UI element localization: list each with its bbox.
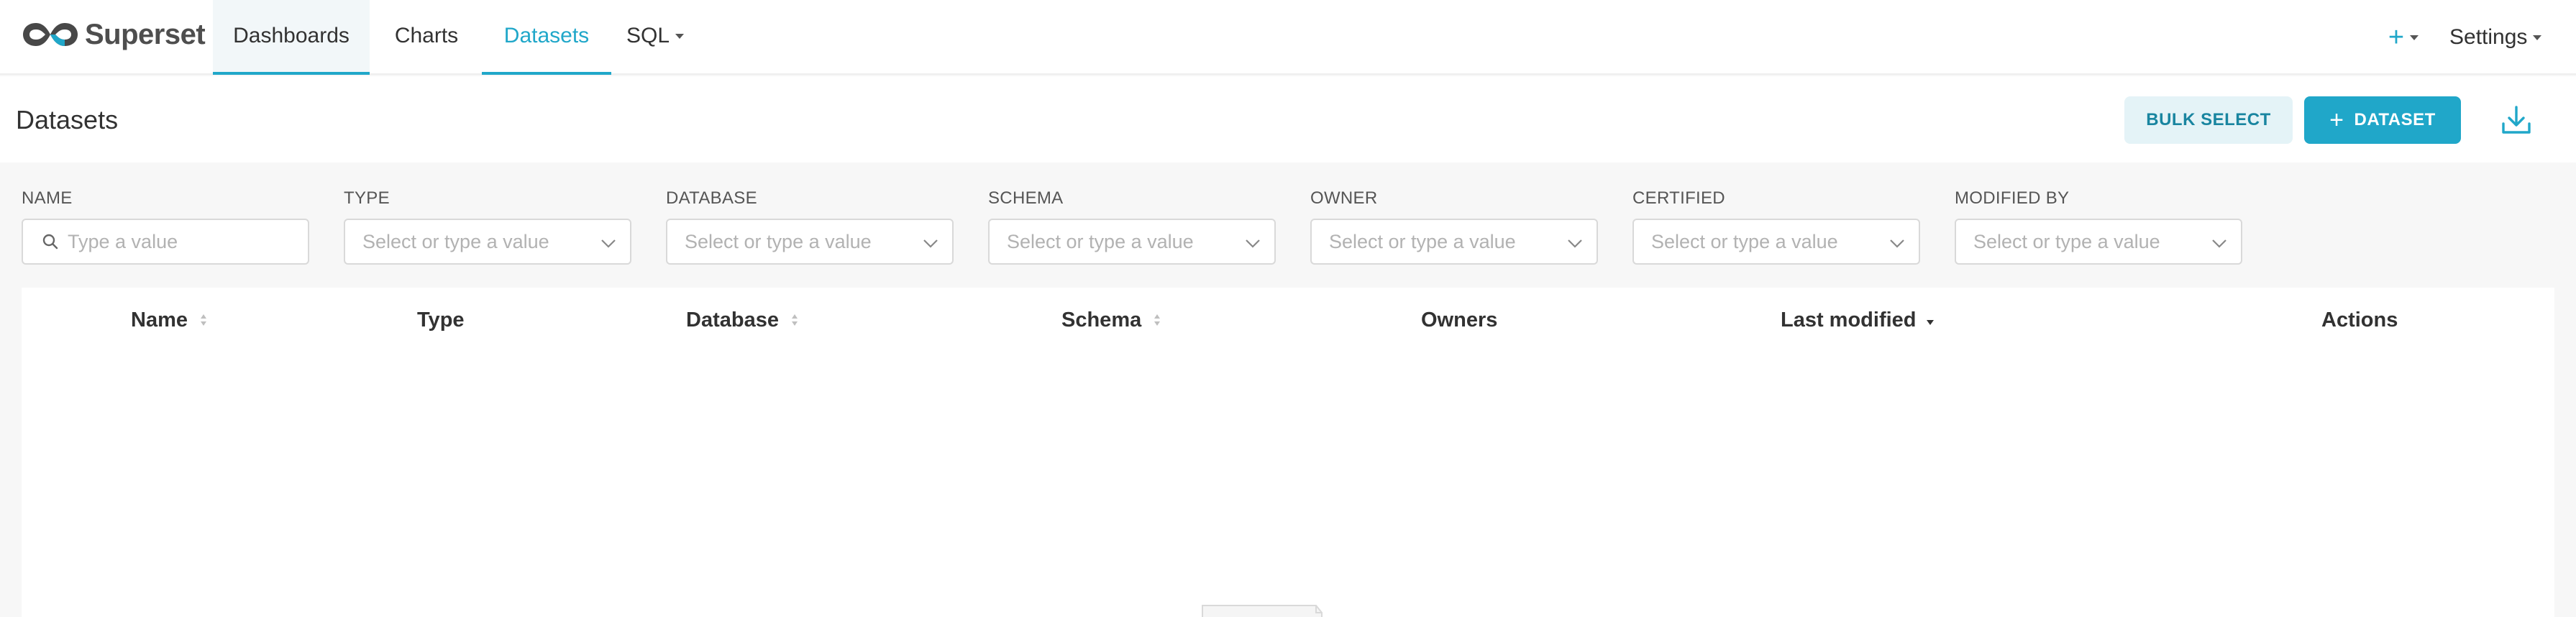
column-header-name[interactable]: Name <box>131 308 208 332</box>
column-header-label: Type <box>417 308 465 332</box>
chevron-down-icon <box>923 239 938 248</box>
filter-label: NAME <box>22 188 73 208</box>
certified-select[interactable]: Select or type a value <box>1632 219 1920 265</box>
owner-select[interactable]: Select or type a value <box>1310 219 1598 265</box>
search-icon <box>42 234 58 250</box>
bulk-select-button[interactable]: BULK SELECT <box>2124 96 2293 144</box>
filter-placeholder: Type a value <box>68 230 178 252</box>
brand-name: Superset <box>85 18 206 50</box>
sort-icon <box>1154 314 1161 326</box>
brand-logo[interactable]: Superset <box>20 16 206 53</box>
page-title: Datasets <box>16 105 119 134</box>
caret-down-icon <box>2533 35 2542 40</box>
column-header-actions: Actions <box>2321 308 2398 332</box>
filter-modified-by: MODIFIED BY Select or type a value <box>1955 188 2242 265</box>
download-button[interactable] <box>2493 96 2540 144</box>
column-header-label: Actions <box>2321 308 2398 332</box>
column-header-database[interactable]: Database <box>686 308 799 332</box>
name-search-input[interactable]: Type a value <box>22 219 309 265</box>
filter-certified: CERTIFIED Select or type a value <box>1632 188 1920 265</box>
column-header-label: Name <box>131 308 188 332</box>
chevron-down-icon <box>1568 239 1582 248</box>
nav-tab-label: Charts <box>394 24 459 47</box>
filter-owner: OWNER Select or type a value <box>1310 188 1598 265</box>
empty-state-icon <box>1202 605 1323 617</box>
new-item-menu[interactable]: + <box>2380 19 2426 56</box>
filter-label: OWNER <box>1310 188 1378 208</box>
filter-label: SCHEMA <box>988 188 1064 208</box>
nav-tab-label: SQL <box>626 24 670 47</box>
column-header-owners: Owners <box>1421 308 1498 332</box>
chevron-down-icon <box>1890 239 1904 248</box>
chevron-down-icon <box>1246 239 1260 248</box>
nav-tab-charts[interactable]: Charts <box>381 0 472 75</box>
add-dataset-label: DATASET <box>2354 110 2436 129</box>
chevron-down-icon <box>2212 239 2226 248</box>
filter-database: DATABASE Select or type a value <box>666 188 954 265</box>
settings-menu[interactable]: Settings <box>2449 19 2557 56</box>
filter-placeholder: Select or type a value <box>1329 230 1516 252</box>
column-header-schema[interactable]: Schema <box>1061 308 1161 332</box>
filter-label: DATABASE <box>666 188 757 208</box>
filter-type: TYPE Select or type a value <box>344 188 631 265</box>
add-dataset-button[interactable]: + DATASET <box>2304 96 2461 144</box>
nav-tab-label: Dashboards <box>233 24 350 47</box>
filter-label: CERTIFIED <box>1632 188 1725 208</box>
column-header-label: Last modified <box>1781 308 1917 332</box>
filter-placeholder: Select or type a value <box>362 230 549 252</box>
database-select[interactable]: Select or type a value <box>666 219 954 265</box>
sort-icon <box>791 314 798 326</box>
bulk-select-label: BULK SELECT <box>2146 110 2271 129</box>
filter-placeholder: Select or type a value <box>1007 230 1194 252</box>
caret-down-icon <box>2410 35 2419 40</box>
nav-tab-sql[interactable]: SQL <box>620 0 690 75</box>
nav-tab-dashboards[interactable]: Dashboards <box>213 0 370 75</box>
nav-tab-datasets[interactable]: Datasets <box>482 0 611 75</box>
filter-placeholder: Select or type a value <box>685 230 872 252</box>
caret-down-icon <box>675 33 685 39</box>
plus-icon: + <box>2388 22 2405 52</box>
type-select[interactable]: Select or type a value <box>344 219 631 265</box>
filter-schema: SCHEMA Select or type a value <box>988 188 1276 265</box>
chevron-down-icon <box>601 239 616 248</box>
modified-by-select[interactable]: Select or type a value <box>1955 219 2242 265</box>
download-icon <box>2502 106 2531 134</box>
nav-tab-label: Datasets <box>503 24 590 47</box>
filter-label: MODIFIED BY <box>1955 188 2070 208</box>
superset-logo-icon <box>23 23 78 46</box>
sort-descending-icon <box>1926 320 1934 325</box>
plus-icon: + <box>2329 106 2344 134</box>
filter-label: TYPE <box>344 188 390 208</box>
column-header-label: Database <box>686 308 779 332</box>
schema-select[interactable]: Select or type a value <box>988 219 1276 265</box>
datasets-table: Name Type Database Schema Owners Last mo… <box>22 288 2554 617</box>
filter-name: NAME Type a value <box>22 188 309 265</box>
filter-placeholder: Select or type a value <box>1973 230 2160 252</box>
filter-placeholder: Select or type a value <box>1651 230 1838 252</box>
settings-label: Settings <box>2449 25 2528 49</box>
sort-icon <box>201 314 206 326</box>
page-header: Datasets BULK SELECT + DATASET <box>0 76 2576 163</box>
column-header-label: Schema <box>1061 308 1142 332</box>
column-header-last-modified[interactable]: Last modified <box>1781 308 1935 332</box>
column-header-type: Type <box>417 308 465 332</box>
column-header-label: Owners <box>1421 308 1498 332</box>
top-navbar: Superset Dashboards Charts Datasets SQL … <box>0 0 2576 75</box>
